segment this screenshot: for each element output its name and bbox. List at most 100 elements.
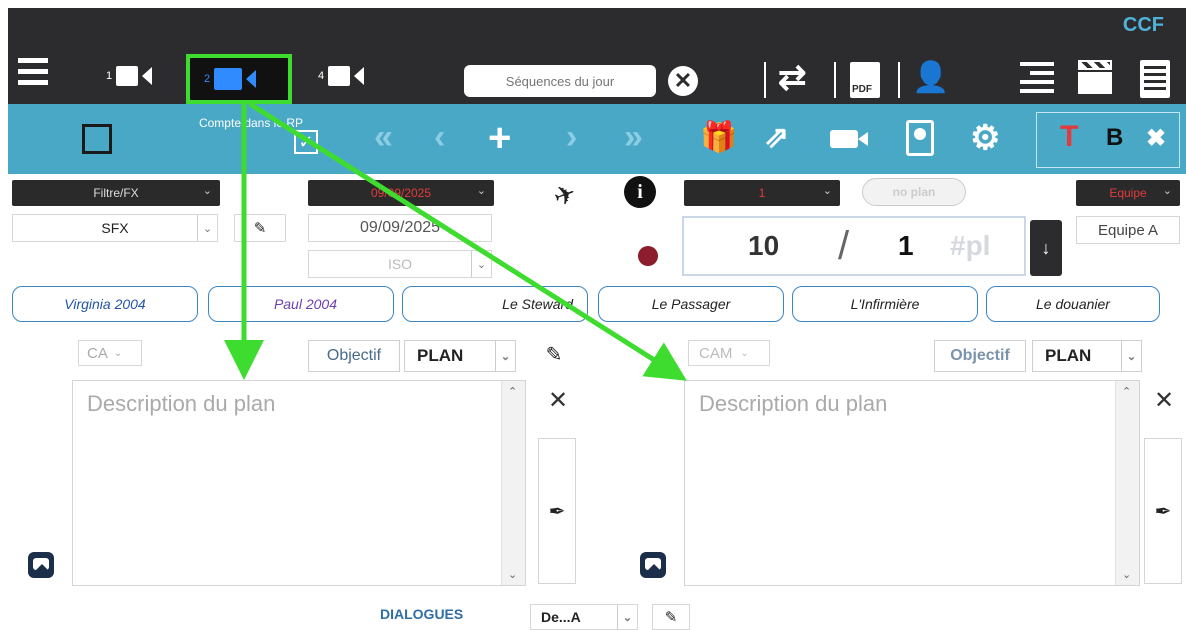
camera-2-button[interactable]: 2 xyxy=(204,68,257,90)
list-icon[interactable] xyxy=(1020,62,1054,93)
search-input[interactable] xyxy=(464,65,656,97)
pdf-icon[interactable]: PDF xyxy=(850,62,880,98)
plan-description[interactable]: Description du plan ⌃ ⌄ xyxy=(684,380,1140,586)
cam-select[interactable]: CA ⌄ xyxy=(78,340,142,366)
chevron-down-icon: ⌄ xyxy=(202,185,212,197)
bold-label: B xyxy=(1106,124,1124,151)
edit-plan-button[interactable]: ✎ xyxy=(538,338,570,370)
close-icon[interactable]: ✕ xyxy=(1154,386,1174,415)
character-label: Le Passager xyxy=(651,296,731,312)
character-label: Le Steward xyxy=(502,296,573,312)
dialogues-select[interactable]: De...A ⌄ xyxy=(530,604,638,630)
scene-select[interactable]: 1 ⌄ xyxy=(684,180,840,206)
date-input[interactable]: 09/09/2025 xyxy=(308,214,492,242)
chevron-down-icon: ⌄ xyxy=(822,185,832,197)
cam-select[interactable]: CAM ⌄ xyxy=(688,340,770,366)
image-icon[interactable] xyxy=(640,552,666,578)
plan-total: 1 xyxy=(898,230,914,261)
double-right-icon[interactable]: » xyxy=(624,118,643,157)
signature-box[interactable]: ✒ xyxy=(538,438,576,584)
scroll-up-icon[interactable]: ⌃ xyxy=(508,385,517,398)
scroll-up-icon[interactable]: ⌃ xyxy=(1122,385,1131,398)
chevron-down-icon: ⌄ xyxy=(476,185,486,197)
check-square-icon[interactable]: ✓ xyxy=(294,130,318,154)
sfx-select[interactable]: SFX ⌄ xyxy=(12,214,218,242)
gift-icon[interactable]: 🎁 xyxy=(700,120,737,155)
edit-dialogues-button[interactable]: ✎ xyxy=(652,604,690,630)
double-left-icon[interactable]: « xyxy=(374,118,393,157)
character-label: Le douanier xyxy=(1036,296,1110,312)
camera-4-button[interactable]: 4 xyxy=(318,66,365,86)
edit-sfx-button[interactable]: ✎ xyxy=(234,214,286,242)
plan-down-button[interactable]: ↓ xyxy=(1030,220,1062,276)
filter-fx-label: Filtre/FX xyxy=(93,186,139,200)
character-label: L'Infirmière xyxy=(850,296,920,312)
plus-icon[interactable]: + xyxy=(488,116,511,161)
chevron-down-icon: ⌄ xyxy=(1162,185,1172,197)
plan-description[interactable]: Description du plan ⌃ ⌄ xyxy=(72,380,526,586)
filter-fx-select[interactable]: Filtre/FX ⌄ xyxy=(12,180,220,206)
pdf-label: PDF xyxy=(852,84,872,95)
info-icon[interactable]: i xyxy=(624,176,656,208)
chevron-down-icon: ⌄ xyxy=(1121,341,1141,371)
record-dot xyxy=(638,246,658,266)
image-icon[interactable] xyxy=(28,552,54,578)
close-icon[interactable]: ✕ xyxy=(548,386,568,415)
badge-icon[interactable] xyxy=(906,120,934,156)
swap-icon[interactable]: ⇄ xyxy=(778,58,807,98)
chevron-down-icon: ⌄ xyxy=(495,341,515,371)
character-pill[interactable]: Paul 2004 xyxy=(208,286,394,322)
pen-icon: ✒ xyxy=(1154,500,1172,523)
description-placeholder: Description du plan xyxy=(87,391,276,416)
date-red-select[interactable]: 09/09/2025 ⌄ xyxy=(308,180,494,206)
share-icon[interactable]: ⇗ xyxy=(764,120,789,155)
iso-select[interactable]: ISO ⌄ xyxy=(308,250,492,278)
close-icon[interactable]: ✖ xyxy=(1146,124,1166,153)
date-label: 09/09/2025 xyxy=(359,219,441,236)
pencil-icon: ✎ xyxy=(253,220,267,237)
compte-label: Compte dans le RP xyxy=(198,116,304,130)
plan-current: 10 xyxy=(748,230,780,261)
bold-icon[interactable]: B xyxy=(1106,124,1123,152)
objectif-button[interactable]: Objectif xyxy=(934,340,1026,372)
equipe-value[interactable]: Equipe A xyxy=(1076,216,1180,244)
clapperboard-icon[interactable] xyxy=(1078,60,1112,96)
scene-label: 1 xyxy=(758,186,766,200)
gear-icon[interactable]: ⚙ xyxy=(970,118,1000,158)
camera-icon[interactable] xyxy=(830,124,870,150)
character-label: Virginia 2004 xyxy=(64,296,146,312)
no-plan-button[interactable]: no plan xyxy=(862,178,966,206)
character-pill[interactable]: L'Infirmière xyxy=(792,286,978,322)
plan-select[interactable]: PLAN ⌄ xyxy=(1032,340,1142,372)
separator xyxy=(898,62,900,98)
chevron-down-icon: ⌄ xyxy=(617,605,637,629)
character-pill[interactable]: Virginia 2004 xyxy=(12,286,198,322)
character-pill[interactable]: Le Passager xyxy=(598,286,784,322)
checkbox-icon[interactable] xyxy=(82,124,112,154)
objectif-button[interactable]: Objectif xyxy=(308,340,400,372)
user-settings-icon[interactable]: 👤 xyxy=(912,60,949,95)
scroll-down-icon[interactable]: ⌄ xyxy=(508,568,517,581)
date-red-label: 09/09/2025 xyxy=(370,186,432,200)
clear-icon[interactable]: ✕ xyxy=(668,66,698,96)
document-icon[interactable] xyxy=(1140,60,1170,98)
scrollbar[interactable]: ⌃ ⌄ xyxy=(1115,381,1139,585)
sfx-label: SFX xyxy=(101,220,129,236)
scroll-down-icon[interactable]: ⌄ xyxy=(1122,568,1131,581)
character-pill[interactable]: Le douanier xyxy=(986,286,1160,322)
signature-box[interactable]: ✒ xyxy=(1144,438,1182,584)
camera-icon xyxy=(328,66,351,86)
camera-1-button[interactable]: 1 xyxy=(106,66,153,86)
equipe-label: Equipe xyxy=(1109,186,1147,200)
chevron-down-icon: ⌄ xyxy=(197,215,217,241)
text-color-icon[interactable]: T xyxy=(1060,120,1078,154)
menu-icon[interactable] xyxy=(18,58,48,88)
plan-select[interactable]: PLAN ⌄ xyxy=(404,340,516,372)
left-icon[interactable]: ‹ xyxy=(434,118,445,157)
camera-2-button-highlight[interactable]: 2 xyxy=(186,54,292,104)
right-icon[interactable]: › xyxy=(566,118,577,157)
mute-icon[interactable]: ✈ xyxy=(549,177,580,214)
character-pill[interactable]: Le Steward xyxy=(402,286,588,322)
scrollbar[interactable]: ⌃ ⌄ xyxy=(501,381,525,585)
equipe-select[interactable]: Equipe ⌄ xyxy=(1076,180,1180,206)
